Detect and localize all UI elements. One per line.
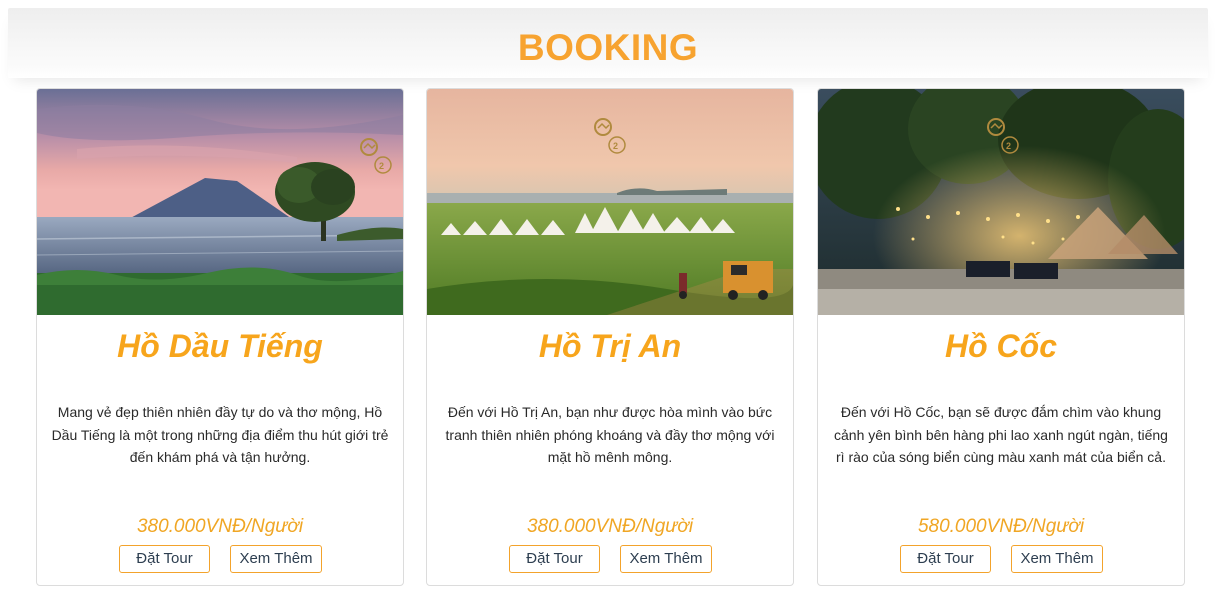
- see-more-button[interactable]: Xem Thêm: [620, 545, 712, 573]
- section-title: BOOKING: [517, 27, 699, 68]
- brand-logo-icon: 2: [594, 118, 626, 154]
- tour-description: Mang vẻ đẹp thiên nhiên đầy tự do và thơ…: [51, 404, 389, 465]
- brand-logo-icon: 2: [987, 118, 1019, 154]
- svg-text:2: 2: [613, 141, 618, 151]
- see-more-button[interactable]: Xem Thêm: [230, 545, 322, 573]
- tour-description: Đến với Hồ Trị An, bạn như được hòa mình…: [445, 404, 775, 465]
- book-tour-button[interactable]: Đặt Tour: [900, 545, 991, 573]
- tour-image-ho-coc: 2: [818, 89, 1184, 315]
- tour-image-tri-an: 2: [427, 89, 793, 315]
- tour-price: 380.000VNĐ/Người: [526, 516, 694, 537]
- svg-text:2: 2: [1006, 141, 1011, 151]
- tour-title: Hồ Trị An: [538, 328, 682, 364]
- tour-image-dau-tieng: 2: [37, 89, 403, 315]
- tour-price: 380.000VNĐ/Người: [136, 516, 304, 537]
- tour-description: Đến với Hồ Cốc, bạn sẽ được đắm chìm vào…: [834, 404, 1168, 465]
- tour-title: Hồ Dầu Tiếng: [117, 328, 323, 364]
- see-more-button[interactable]: Xem Thêm: [1011, 545, 1103, 573]
- tour-title: Hồ Cốc: [945, 328, 1057, 364]
- tour-card-tri-an: 2 Hồ Trị An Đến với Hồ Trị An, bạn như đ…: [426, 88, 794, 586]
- tour-price: 580.000VNĐ/Người: [917, 516, 1085, 537]
- brand-logo-icon: 2: [360, 138, 392, 174]
- svg-text:2: 2: [379, 161, 384, 171]
- tour-card-dau-tieng: 2 Hồ Dầu Tiếng Mang vẻ đẹp thiên nhiên đ…: [36, 88, 404, 586]
- book-tour-button[interactable]: Đặt Tour: [509, 545, 600, 573]
- book-tour-button[interactable]: Đặt Tour: [119, 545, 210, 573]
- tour-card-ho-coc: 2 Hồ Cốc Đến với Hồ Cốc, bạn sẽ được đắm…: [817, 88, 1185, 586]
